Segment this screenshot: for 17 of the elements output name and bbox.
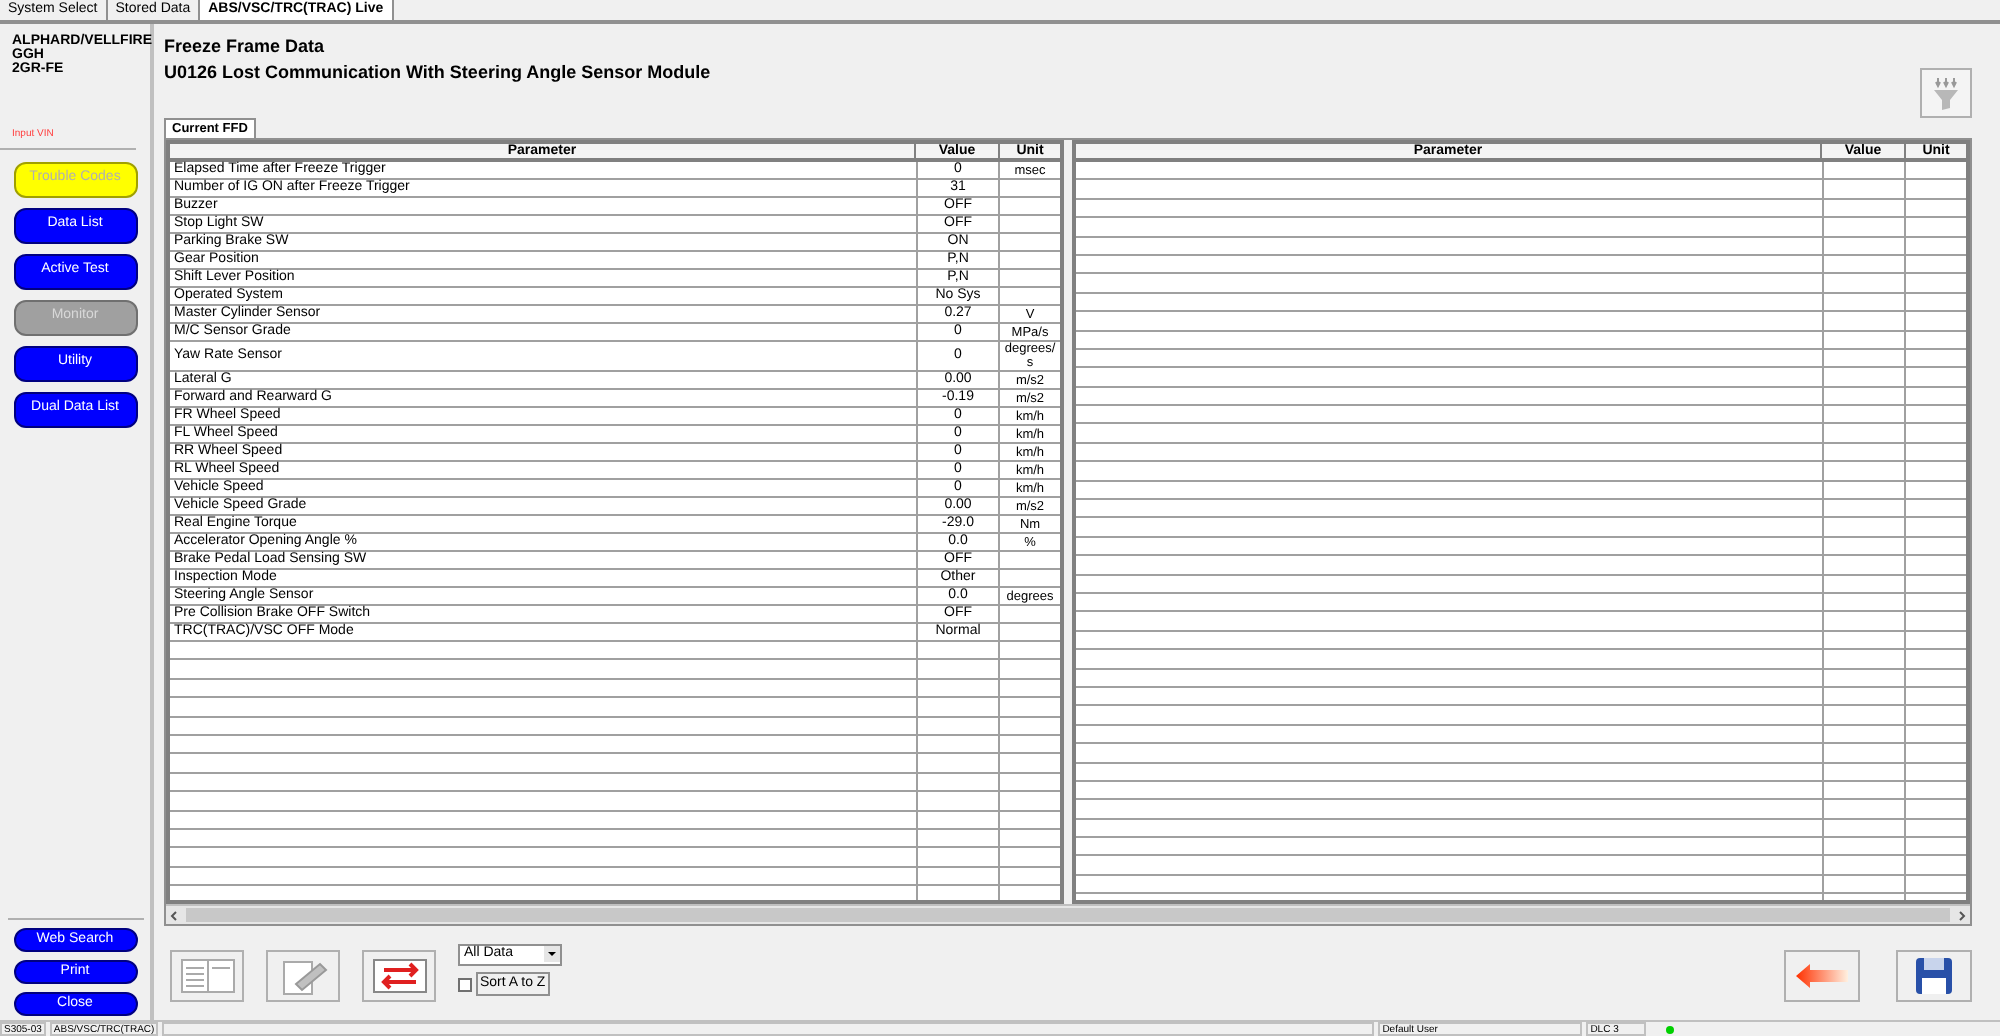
save-button[interactable] [1896, 950, 1972, 1002]
funnel-icon [1930, 75, 1962, 111]
swap-button[interactable] [362, 950, 436, 1002]
page-title: Freeze Frame Data [164, 34, 327, 58]
table-icon [179, 958, 235, 994]
horizontal-scrollbar[interactable] [166, 904, 1970, 924]
dtc-title: U0126 Lost Communication With Steering Angle Sensor Module [164, 60, 713, 86]
swap-icon [371, 958, 427, 994]
left-arrow-icon [1794, 962, 1850, 990]
connection-status-icon [1666, 1025, 1675, 1033]
sort-checkbox[interactable] [458, 977, 472, 991]
dropdown-arrow-icon [544, 946, 560, 963]
edit-button[interactable] [266, 950, 340, 1002]
compare-button[interactable] [170, 950, 244, 1002]
pencil-icon [279, 956, 327, 996]
filter-button[interactable] [1920, 68, 1972, 118]
back-button[interactable] [1784, 950, 1860, 1002]
